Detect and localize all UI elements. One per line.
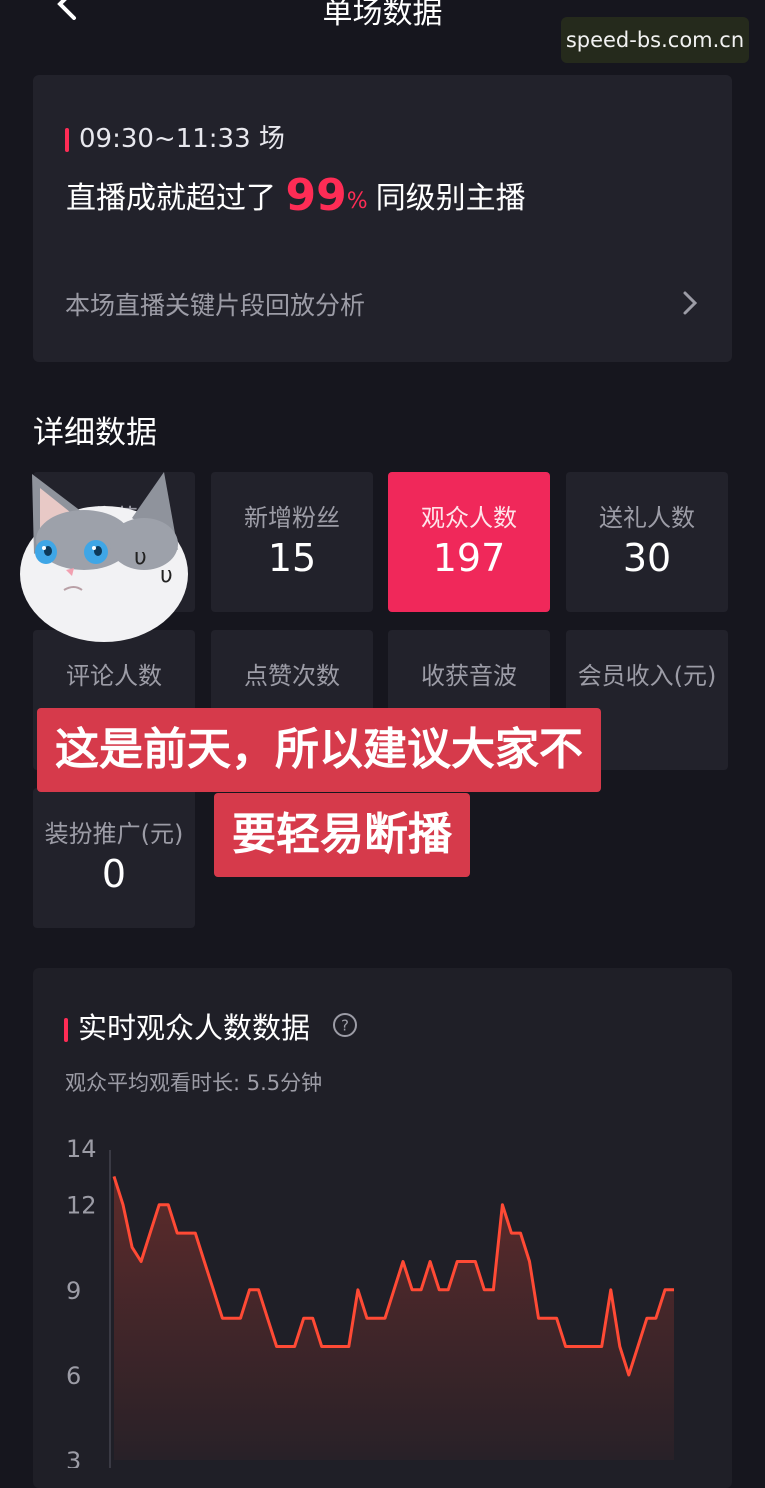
viewers-line-chart: 14 12 9 6 3 (0, 1120, 765, 1468)
question-circle-icon[interactable]: ? (332, 1012, 358, 1038)
stat-tile-new-fans[interactable]: 新增粉丝 15 (211, 472, 373, 612)
session-time-text: 09:30~11:33 场 (79, 124, 285, 154)
achievement-suffix: 同级别主播 (376, 181, 526, 216)
achievement-value: 99 (286, 170, 347, 221)
stat-value: 197 (388, 536, 550, 580)
replay-analysis-link[interactable]: 本场直播关键片段回放分析 (65, 286, 365, 322)
svg-text:υ: υ (160, 563, 173, 588)
stat-label: 新增粉丝 (211, 498, 373, 533)
stat-value: 15 (211, 536, 373, 580)
caption-line-1: 这是前天，所以建议大家不 (37, 708, 601, 792)
chart-title-text: 实时观众人数数据 (78, 1011, 310, 1045)
stat-label: 送礼人数 (566, 498, 728, 533)
achievement-text: 直播成就超过了 99% 同级别主播 (66, 170, 526, 221)
stat-label: 装扮推广(元) (33, 814, 195, 849)
stat-label: 评论人数 (33, 656, 195, 691)
stat-label: 会员收入(元) (566, 656, 728, 691)
accent-bar (65, 128, 69, 152)
stat-tile-gifters[interactable]: 送礼人数 30 (566, 472, 728, 612)
stat-label: 点赞次数 (211, 656, 373, 691)
y-tick-label: 9 (66, 1277, 81, 1305)
stat-value: 30 (566, 536, 728, 580)
y-tick-label: 14 (66, 1135, 97, 1163)
stat-value: 0 (33, 852, 195, 896)
stat-tile-decoration-promo[interactable]: 装扮推广(元) 0 (33, 788, 195, 928)
chart-subtitle: 观众平均观看时长: 5.5分钟 (65, 1067, 322, 1097)
cat-sticker: υ υ (14, 466, 196, 648)
chart-title: 实时观众人数数据 (64, 1005, 310, 1047)
achievement-percent: % (347, 189, 368, 214)
stat-label: 收获音波 (388, 656, 550, 691)
chevron-right-icon[interactable] (680, 290, 700, 316)
caption-line-2: 要轻易断播 (214, 793, 470, 877)
y-tick-label: 6 (66, 1362, 81, 1390)
y-tick-label: 3 (66, 1447, 81, 1468)
detail-section-title: 详细数据 (33, 407, 157, 452)
series-area (114, 1176, 674, 1460)
svg-text:?: ? (341, 1017, 349, 1035)
y-tick-label: 12 (66, 1192, 97, 1220)
stat-label: 观众人数 (388, 498, 550, 533)
achievement-prefix: 直播成就超过了 (66, 181, 276, 216)
svg-text:υ: υ (134, 545, 147, 570)
session-time: 09:30~11:33 场 (65, 118, 285, 155)
watermark: speed-bs.com.cn (561, 17, 749, 63)
accent-bar (64, 1018, 68, 1042)
stat-tile-viewers[interactable]: 观众人数 197 (388, 472, 550, 612)
